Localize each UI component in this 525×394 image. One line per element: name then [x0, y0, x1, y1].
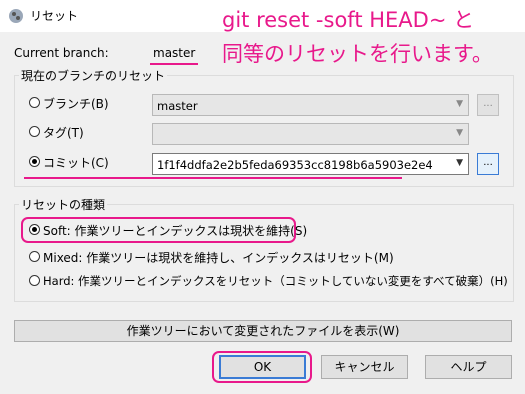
chevron-down-icon[interactable]: ▼: [456, 158, 463, 168]
chevron-down-icon: ▼: [456, 99, 463, 109]
branch-select-value: master: [157, 99, 198, 113]
help-button[interactable]: ヘルプ: [425, 355, 512, 379]
reset-type-group-title: リセットの種類: [19, 196, 108, 213]
chevron-down-icon: ▼: [456, 128, 463, 138]
branch-browse-button: ...: [477, 94, 499, 116]
window-title: リセット: [30, 9, 79, 23]
hard-radio-label[interactable]: Hard: 作業ツリーとインデックスをリセット（コミットしていない変更をすべて破…: [43, 273, 508, 289]
mixed-radio-label[interactable]: Mixed: 作業ツリーは現状を維持し、インデックスはリセット(M): [43, 249, 394, 266]
soft-radio-label[interactable]: Soft: 作業ツリーとインデックスは現状を維持(S): [43, 222, 307, 239]
mixed-radio[interactable]: [29, 251, 40, 262]
ok-button[interactable]: OK: [219, 355, 306, 379]
current-branch-label: Current branch:: [14, 46, 109, 60]
commit-select-value: 1f1f4ddfa2e2b5feda69353cc8198b6a5903e2e4: [157, 158, 433, 172]
commit-underline: [24, 177, 402, 179]
reset-target-group-title: 現在のブランチのリセット: [19, 67, 168, 84]
commit-browse-button[interactable]: ...: [477, 153, 499, 175]
commit-radio-label[interactable]: コミット(C): [43, 154, 109, 171]
soft-radio[interactable]: [29, 224, 40, 235]
tag-radio-label[interactable]: タグ(T): [43, 124, 84, 141]
branch-radio-label[interactable]: ブランチ(B): [43, 95, 109, 112]
app-icon: [9, 9, 23, 23]
annotation-line-1: git reset -soft HEAD~ と: [222, 8, 475, 32]
commit-select[interactable]: 1f1f4ddfa2e2b5feda69353cc8198b6a5903e2e4…: [152, 153, 469, 175]
show-changed-files-button[interactable]: 作業ツリーにおいて変更されたファイルを表示(W): [14, 320, 512, 342]
annotation-line-2: 同等のリセットを行います。: [222, 42, 493, 66]
cancel-button[interactable]: キャンセル: [321, 355, 408, 379]
branch-radio[interactable]: [29, 97, 40, 108]
commit-radio[interactable]: [29, 156, 40, 167]
hard-radio[interactable]: [29, 275, 40, 286]
current-branch-value: master: [153, 46, 196, 60]
branch-select: master ▼: [152, 94, 469, 116]
tag-select: ▼: [152, 123, 469, 145]
branch-underline: [150, 63, 198, 65]
tag-radio[interactable]: [29, 126, 40, 137]
